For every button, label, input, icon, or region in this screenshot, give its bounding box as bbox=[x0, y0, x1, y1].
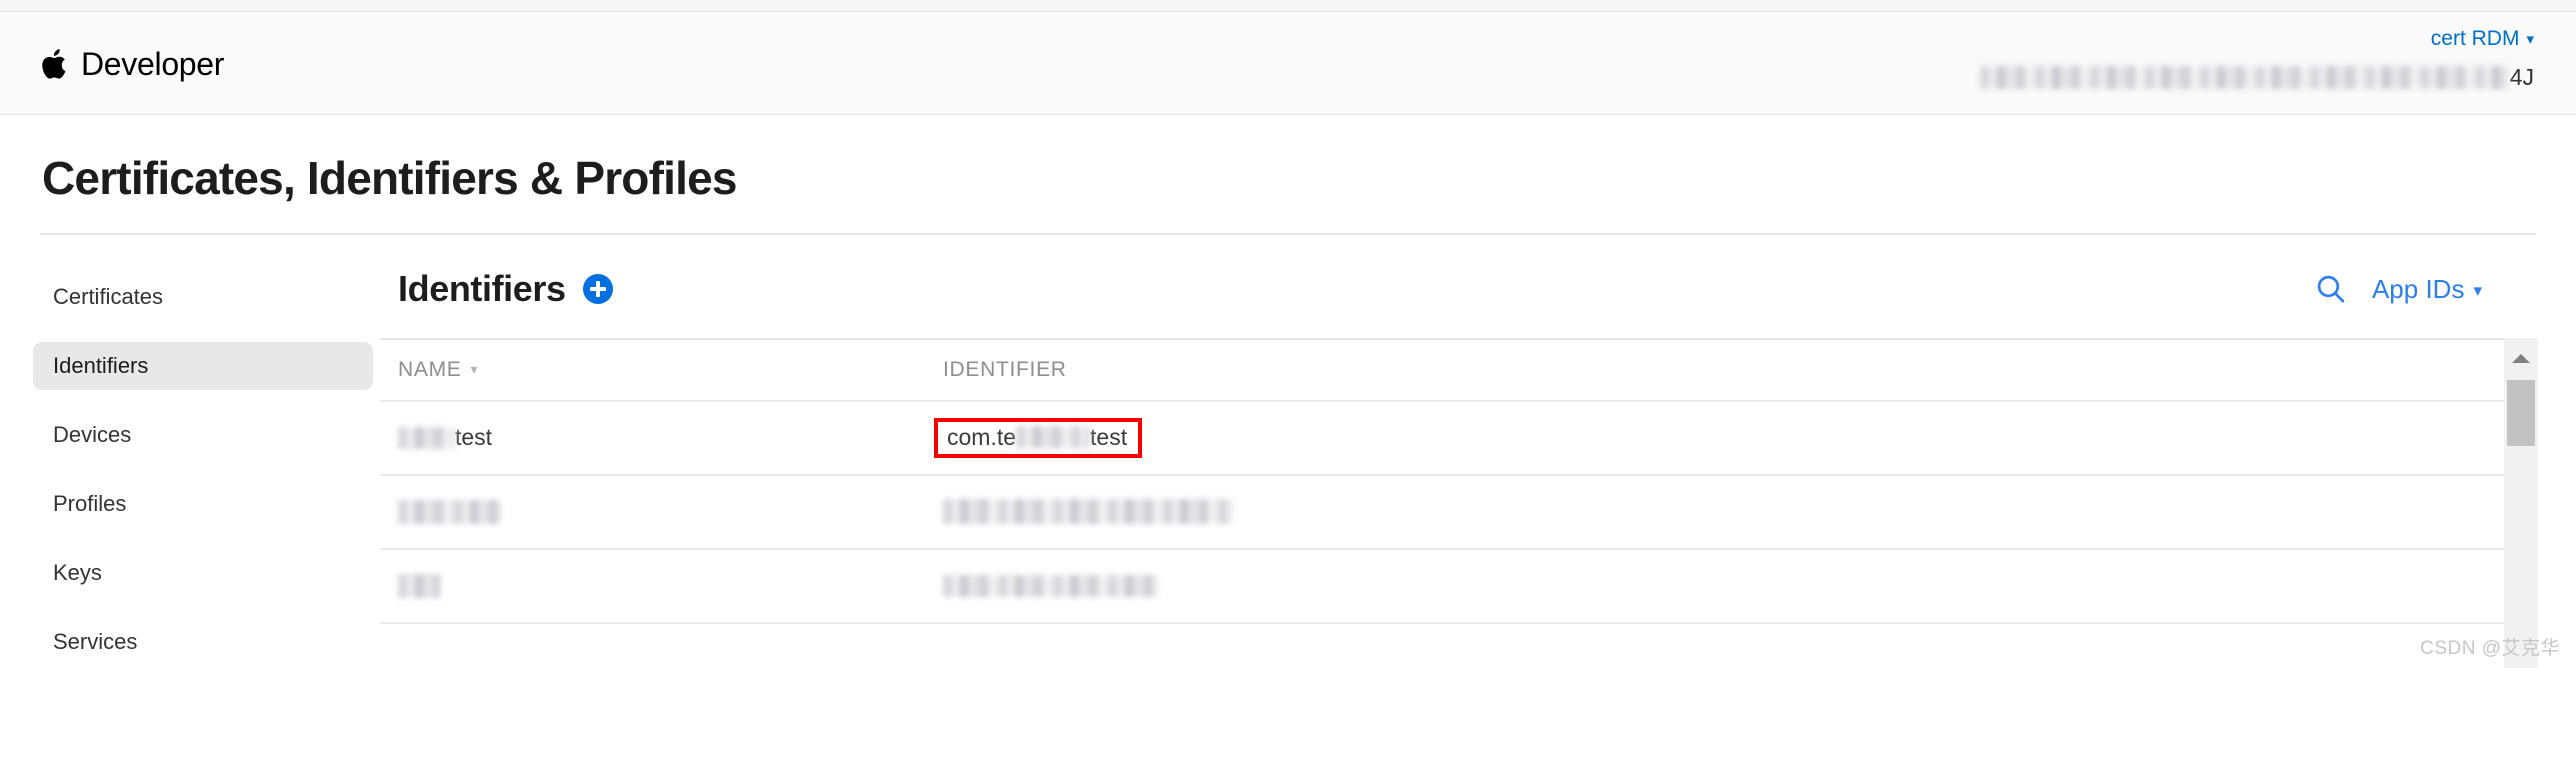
column-header-label: IDENTIFIER bbox=[943, 357, 1067, 381]
identifiers-table: NAME ▾ IDENTIFIER test com.te test bbox=[380, 337, 2504, 668]
chevron-down-icon: ▾ bbox=[470, 360, 478, 377]
sidebar-item-label: Profiles bbox=[53, 490, 127, 516]
chevron-down-icon: ▾ bbox=[2473, 280, 2482, 300]
cell-identifier bbox=[943, 574, 2504, 597]
identifier-value-highlighted: com.te test bbox=[934, 417, 2504, 458]
sidebar: Certificates Identifiers Devices Profile… bbox=[0, 263, 380, 687]
name-suffix: test bbox=[455, 424, 493, 451]
redacted-team-id bbox=[1979, 66, 2508, 89]
plus-circle-icon[interactable] bbox=[582, 273, 613, 304]
redacted-name-prefix bbox=[398, 426, 455, 449]
global-nav-strip bbox=[0, 0, 2576, 12]
sidebar-item-keys[interactable]: Keys bbox=[33, 549, 373, 597]
search-icon[interactable] bbox=[2314, 272, 2348, 306]
name-value: test bbox=[398, 426, 943, 449]
identifier-suffix: test bbox=[1090, 423, 1128, 450]
filter-label: App IDs bbox=[2371, 273, 2465, 304]
section-title-row: Identifiers bbox=[398, 267, 613, 309]
section-title: Identifiers bbox=[398, 267, 566, 309]
table-header-row: NAME ▾ IDENTIFIER bbox=[380, 340, 2504, 402]
redacted-name bbox=[398, 573, 440, 598]
sidebar-item-services[interactable]: Services bbox=[33, 618, 373, 666]
page-title: Certificates, Identifiers & Profiles bbox=[42, 152, 737, 204]
cell-name bbox=[398, 573, 943, 598]
sidebar-item-label: Identifiers bbox=[53, 352, 149, 378]
name-value bbox=[398, 573, 943, 598]
sidebar-item-certificates[interactable]: Certificates bbox=[33, 273, 373, 321]
highlight-box: com.te test bbox=[934, 417, 1143, 458]
sidebar-item-identifiers[interactable]: Identifiers bbox=[33, 341, 373, 390]
cell-identifier bbox=[943, 499, 2504, 525]
chevron-down-icon: ▾ bbox=[2526, 31, 2534, 48]
identifier-value bbox=[943, 574, 2504, 597]
sidebar-item-label: Services bbox=[53, 628, 138, 654]
sidebar-item-label: Certificates bbox=[53, 283, 164, 309]
filter-app-ids-dropdown[interactable]: App IDs ▾ bbox=[2372, 276, 2482, 302]
identifier-prefix: com.te bbox=[947, 423, 1017, 450]
sidebar-item-devices[interactable]: Devices bbox=[33, 411, 373, 459]
table-row[interactable] bbox=[380, 550, 2504, 624]
apple-logo-icon bbox=[42, 49, 66, 79]
column-header-name[interactable]: NAME ▾ bbox=[398, 359, 943, 381]
table-scrollbar[interactable] bbox=[2504, 337, 2538, 668]
triangle-up-icon[interactable] bbox=[2512, 353, 2530, 363]
team-name-label: cert RDM bbox=[2430, 27, 2520, 50]
apple-developer-brand[interactable]: Developer bbox=[40, 47, 224, 81]
table-zone: NAME ▾ IDENTIFIER test com.te test bbox=[380, 337, 2538, 668]
table-row[interactable]: test com.te test bbox=[380, 402, 2504, 476]
table-row[interactable] bbox=[380, 476, 2504, 550]
column-header-identifier: IDENTIFIER bbox=[943, 359, 2504, 381]
redacted-identifier bbox=[943, 499, 1233, 525]
developer-header: Developer cert RDM ▾ 4J bbox=[0, 12, 2576, 115]
sidebar-item-profiles[interactable]: Profiles bbox=[33, 480, 373, 528]
cell-name bbox=[398, 499, 943, 524]
team-id-suffix: 4J bbox=[2509, 64, 2534, 90]
team-selector[interactable]: cert RDM ▾ bbox=[1980, 28, 2534, 49]
redacted-identifier bbox=[943, 574, 1159, 597]
main-content: Identifiers App IDs ▾ NAME ▾ IDENTIFIER … bbox=[380, 263, 2576, 668]
watermark: CSDN @艾克华 bbox=[2420, 637, 2560, 659]
brand-label: Developer bbox=[81, 46, 225, 82]
name-value bbox=[398, 499, 943, 524]
content-header-actions: App IDs ▾ bbox=[2314, 272, 2538, 306]
team-id-row: 4J bbox=[1979, 64, 2534, 90]
scrollbar-thumb[interactable] bbox=[2507, 379, 2535, 446]
account-block: cert RDM ▾ 4J bbox=[1979, 28, 2534, 90]
sidebar-item-label: Keys bbox=[53, 559, 102, 585]
sidebar-item-label: Devices bbox=[53, 421, 132, 447]
redacted-name bbox=[398, 499, 502, 524]
content-header: Identifiers App IDs ▾ bbox=[380, 263, 2538, 315]
page-title-area: Certificates, Identifiers & Profiles bbox=[0, 115, 2576, 204]
column-header-label: NAME bbox=[398, 357, 462, 381]
redacted-identifier-middle bbox=[1016, 426, 1091, 449]
identifier-value bbox=[943, 499, 2504, 525]
cell-name: test bbox=[398, 426, 943, 449]
page-body: Certificates Identifiers Devices Profile… bbox=[0, 235, 2576, 687]
cell-identifier: com.te test bbox=[934, 417, 2504, 458]
